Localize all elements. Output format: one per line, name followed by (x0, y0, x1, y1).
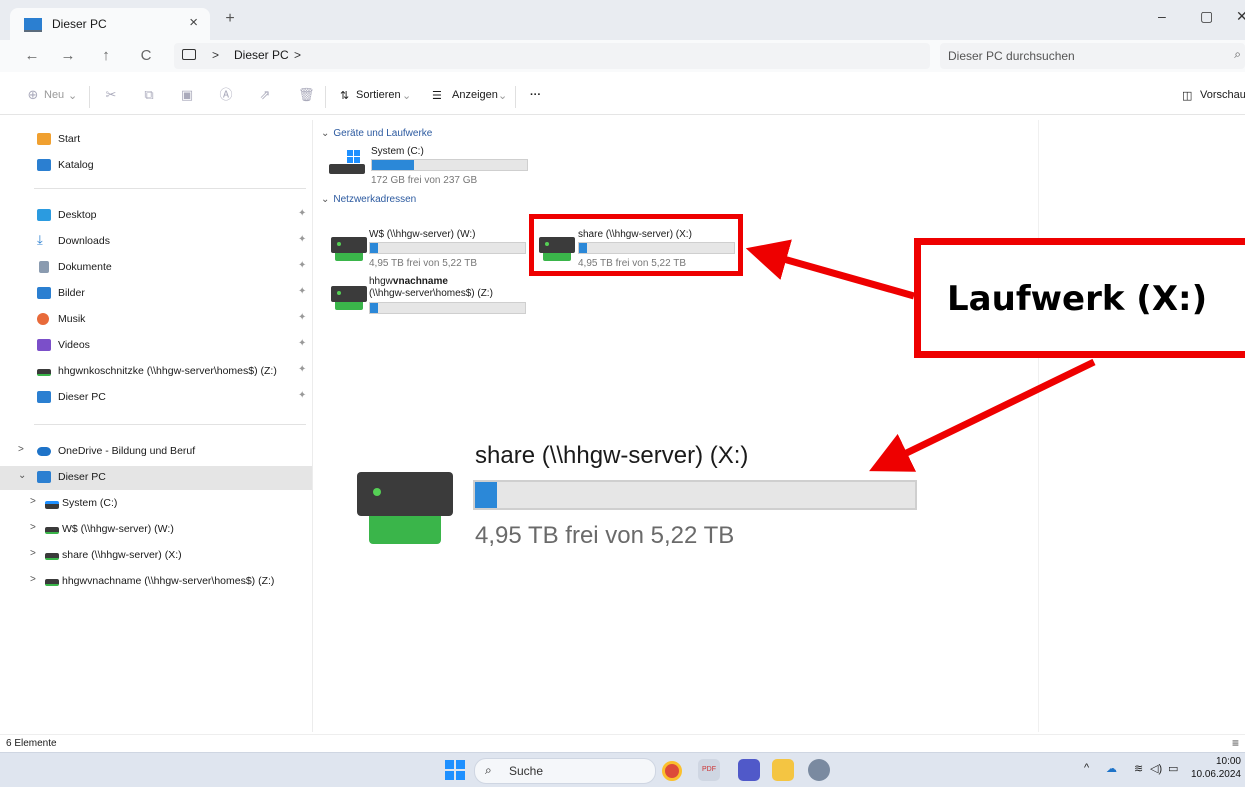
start-button[interactable] (444, 759, 466, 781)
arrow-to-drive-tile (745, 239, 915, 300)
pdf24-icon[interactable]: PDF (698, 759, 720, 781)
network-drive-icon (357, 472, 453, 546)
search-icon: ⌕ (485, 763, 492, 777)
windows-logo-icon (445, 760, 465, 780)
clock-date: 10.06.2024 (1190, 769, 1241, 780)
zoomed-drive-x: share (\\hhgw-server) (X:) 4,95 TB frei … (355, 440, 925, 560)
zoomed-drive-label: share (\\hhgw-server) (X:) (475, 442, 749, 469)
annotation-arrows (745, 239, 1096, 472)
onedrive-tray-icon[interactable]: ☁ (1106, 762, 1117, 775)
taskbar-search[interactable]: ⌕ Suche (474, 758, 656, 784)
settings-icon[interactable] (808, 759, 830, 781)
zoomed-usage-fill (475, 482, 497, 508)
volume-icon[interactable]: ◁) (1150, 762, 1162, 775)
chevron-up-icon[interactable]: ^ (1084, 762, 1089, 774)
file-explorer-icon[interactable] (772, 759, 794, 781)
teams-icon[interactable] (738, 759, 760, 781)
clock[interactable]: 10:00 10.06.2024 (1191, 755, 1241, 781)
battery-icon[interactable]: ▭ (1168, 762, 1178, 775)
taskbar-search-placeholder: Suche (509, 764, 544, 778)
wifi-icon[interactable]: ≋ (1134, 762, 1143, 775)
zoomed-usage-bar (473, 480, 917, 510)
clock-time: 10:00 (1215, 756, 1241, 767)
details-view-icon[interactable]: ≡ (1232, 736, 1239, 750)
item-count: 6 Elemente (6, 738, 57, 749)
callout-text: Laufwerk (X:) (947, 279, 1208, 319)
chrome-icon[interactable] (662, 761, 682, 781)
zoomed-free-space: 4,95 TB frei von 5,22 TB (475, 522, 735, 549)
callout-box: Laufwerk (X:) (914, 238, 1245, 358)
status-bar: 6 Elemente ≡ (0, 734, 1245, 753)
taskbar: ⌕ Suche PDF ^ ☁ ≋ ◁) ▭ 10:00 10.06.2024 (0, 752, 1245, 787)
